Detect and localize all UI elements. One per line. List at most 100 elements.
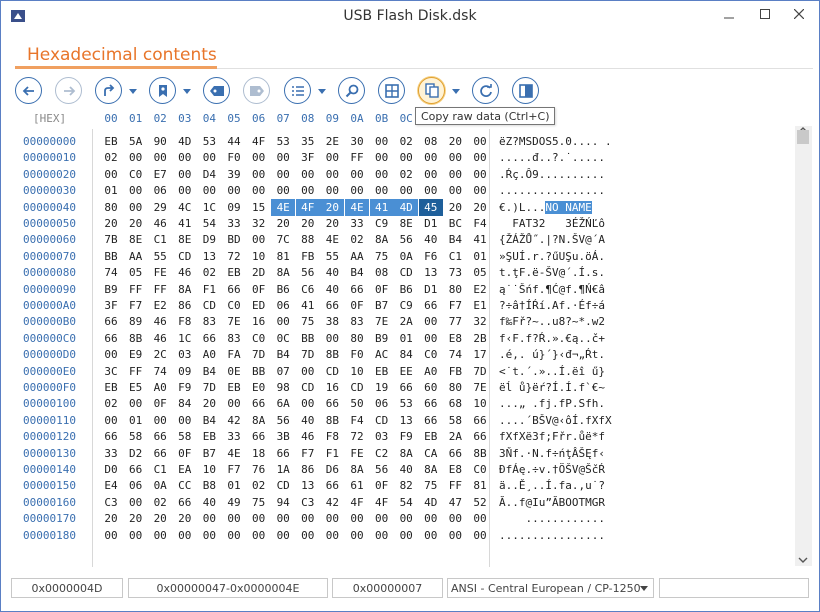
hex-byte[interactable]: 00 [345, 182, 369, 199]
hex-byte[interactable]: 20 [296, 215, 320, 232]
hex-byte[interactable]: 19 [370, 379, 394, 396]
hex-byte[interactable]: 4F [370, 494, 394, 511]
hex-byte[interactable]: 42 [222, 412, 246, 429]
hex-byte[interactable]: 2A [443, 428, 467, 445]
hex-byte[interactable]: 02 [99, 395, 123, 412]
row-text[interactable]: ą˙˙Šńf.¶Ć@f.¶Ń€â [499, 281, 605, 298]
hex-byte[interactable]: 33 [99, 445, 123, 462]
hex-byte[interactable]: 1C [197, 199, 221, 216]
hex-byte[interactable]: 40 [394, 461, 418, 478]
row-text[interactable]: ĐfÁę.÷v.†ÖŠV@ŠčŔ [499, 461, 605, 478]
hex-byte[interactable]: FF [345, 149, 369, 166]
hex-byte[interactable]: 4E [271, 198, 296, 216]
hex-byte[interactable]: 81 [271, 248, 295, 265]
hex-byte[interactable]: 0F [173, 445, 197, 462]
hex-byte[interactable]: CD [173, 248, 197, 265]
hex-byte[interactable]: 58 [173, 428, 197, 445]
hex-byte[interactable]: 01 [99, 182, 123, 199]
hex-byte[interactable]: 00 [443, 182, 467, 199]
hex-byte[interactable]: 66 [271, 445, 295, 462]
hex-byte[interactable]: 7C [271, 231, 295, 248]
panel-button[interactable] [512, 77, 539, 104]
hex-byte[interactable]: 00 [419, 510, 443, 527]
hex-byte[interactable]: 75 [419, 477, 443, 494]
hex-byte[interactable]: CD [320, 363, 344, 380]
hex-byte[interactable]: 18 [247, 445, 271, 462]
hex-byte[interactable]: 81 [468, 477, 492, 494]
row-text[interactable]: t.ţF.ë-ŠV@´.Í.s. [499, 264, 605, 281]
hex-byte[interactable]: 00 [148, 149, 172, 166]
hex-byte[interactable]: 00 [173, 149, 197, 166]
hex-byte[interactable]: 8E [394, 215, 418, 232]
copy-raw-button[interactable] [418, 77, 445, 104]
hex-byte[interactable]: B6 [271, 281, 295, 298]
hex-byte[interactable]: 02 [345, 231, 369, 248]
hex-byte[interactable]: 00 [247, 166, 271, 183]
hex-byte[interactable]: 00 [320, 166, 344, 183]
hex-byte[interactable]: D4 [197, 166, 221, 183]
hex-byte[interactable]: 3C [99, 363, 123, 380]
hex-byte[interactable]: 75 [247, 494, 271, 511]
hex-byte[interactable]: 00 [222, 527, 246, 544]
hex-byte[interactable]: 41 [173, 215, 197, 232]
hex-byte[interactable]: 58 [443, 412, 467, 429]
hex-byte[interactable]: C0 [247, 330, 271, 347]
hex-byte[interactable]: 7D [296, 346, 320, 363]
hex-byte[interactable]: 13 [197, 248, 221, 265]
hex-byte[interactable]: 83 [345, 313, 369, 330]
row-text[interactable]: 3Ňf.·N.f÷ńţÂŠĘf‹ [499, 445, 605, 462]
hex-byte[interactable]: 00 [99, 346, 123, 363]
hex-byte[interactable]: 46 [148, 313, 172, 330]
hex-byte[interactable]: 4F [345, 494, 369, 511]
hex-byte[interactable]: 40 [320, 264, 344, 281]
hex-byte[interactable]: C6 [296, 281, 320, 298]
hex-byte[interactable]: D1 [419, 215, 443, 232]
hex-byte[interactable]: 00 [443, 166, 467, 183]
hex-byte[interactable]: 00 [173, 182, 197, 199]
hex-byte[interactable]: 00 [124, 527, 148, 544]
hex-byte[interactable]: 88 [296, 231, 320, 248]
hex-byte[interactable]: 4E [345, 198, 369, 216]
hex-byte[interactable]: 61 [345, 477, 369, 494]
copy-dropdown[interactable] [451, 87, 461, 95]
hex-byte[interactable]: 0F [247, 281, 271, 298]
hex-byte[interactable]: 42 [320, 494, 344, 511]
row-text[interactable]: ?÷â†ÍŔí.Af.·Éf÷á [499, 297, 605, 314]
hex-byte[interactable]: 4E [222, 445, 246, 462]
refresh-button[interactable] [472, 77, 499, 104]
hex-byte[interactable]: 46 [148, 215, 172, 232]
hex-byte[interactable]: 66 [148, 445, 172, 462]
hex-byte[interactable]: 00 [99, 527, 123, 544]
search-button[interactable] [338, 77, 365, 104]
hex-editor[interactable]: [HEX] 000102030405060708090A0B0C0D 00000… [15, 109, 812, 567]
hex-byte[interactable]: 00 [222, 510, 246, 527]
hex-byte[interactable]: 7B [99, 231, 123, 248]
row-text[interactable]: fXfXë3f;Fřr.ůë*f [499, 428, 605, 445]
hex-byte[interactable]: E0 [247, 379, 271, 396]
hex-byte[interactable]: EB [419, 428, 443, 445]
hex-byte[interactable]: 7E [222, 313, 246, 330]
hex-byte[interactable]: 00 [222, 182, 246, 199]
hex-byte[interactable]: 09 [222, 199, 246, 216]
hex-byte[interactable]: F0 [345, 346, 369, 363]
hex-byte[interactable]: 66 [247, 395, 271, 412]
hex-byte[interactable]: 66 [419, 412, 443, 429]
hex-byte[interactable]: 00 [370, 510, 394, 527]
hex-byte[interactable]: 07 [271, 363, 295, 380]
hex-byte[interactable]: 89 [124, 313, 148, 330]
hex-byte[interactable]: 40 [296, 412, 320, 429]
hex-byte[interactable]: 54 [394, 494, 418, 511]
hex-byte[interactable]: CD [271, 477, 295, 494]
hex-byte[interactable]: 58 [124, 428, 148, 445]
hex-row[interactable]: 00000060 7B 8E C1 8E D9 BD 00 7C 88 4E 02 8A 56 40 B4 41… [15, 231, 795, 248]
hex-byte[interactable]: 46 [173, 264, 197, 281]
row-text[interactable]: ä..Ě¸..Í.fa.‚u˙? [499, 477, 605, 494]
hex-row[interactable]: 00000150 E4 06 0A CC B8 01 02 CD 13 66 61 0F 82 75 FF 81… [15, 477, 795, 494]
hex-row[interactable]: 000000B0 66 89 46 F8 83 7E 16 00 75 38 83 7E 2A 00 77 32… [15, 313, 795, 330]
hex-byte[interactable]: 20 [173, 510, 197, 527]
hex-byte[interactable]: CA [419, 445, 443, 462]
hex-byte[interactable]: 00 [148, 527, 172, 544]
hex-byte[interactable]: 8A [370, 231, 394, 248]
hex-byte[interactable]: FB [296, 248, 320, 265]
hex-row[interactable]: 000000F0 EB E5 A0 F9 7D EB E0 98 CD 16 CD 19 66 60 80 7E… [15, 379, 795, 396]
